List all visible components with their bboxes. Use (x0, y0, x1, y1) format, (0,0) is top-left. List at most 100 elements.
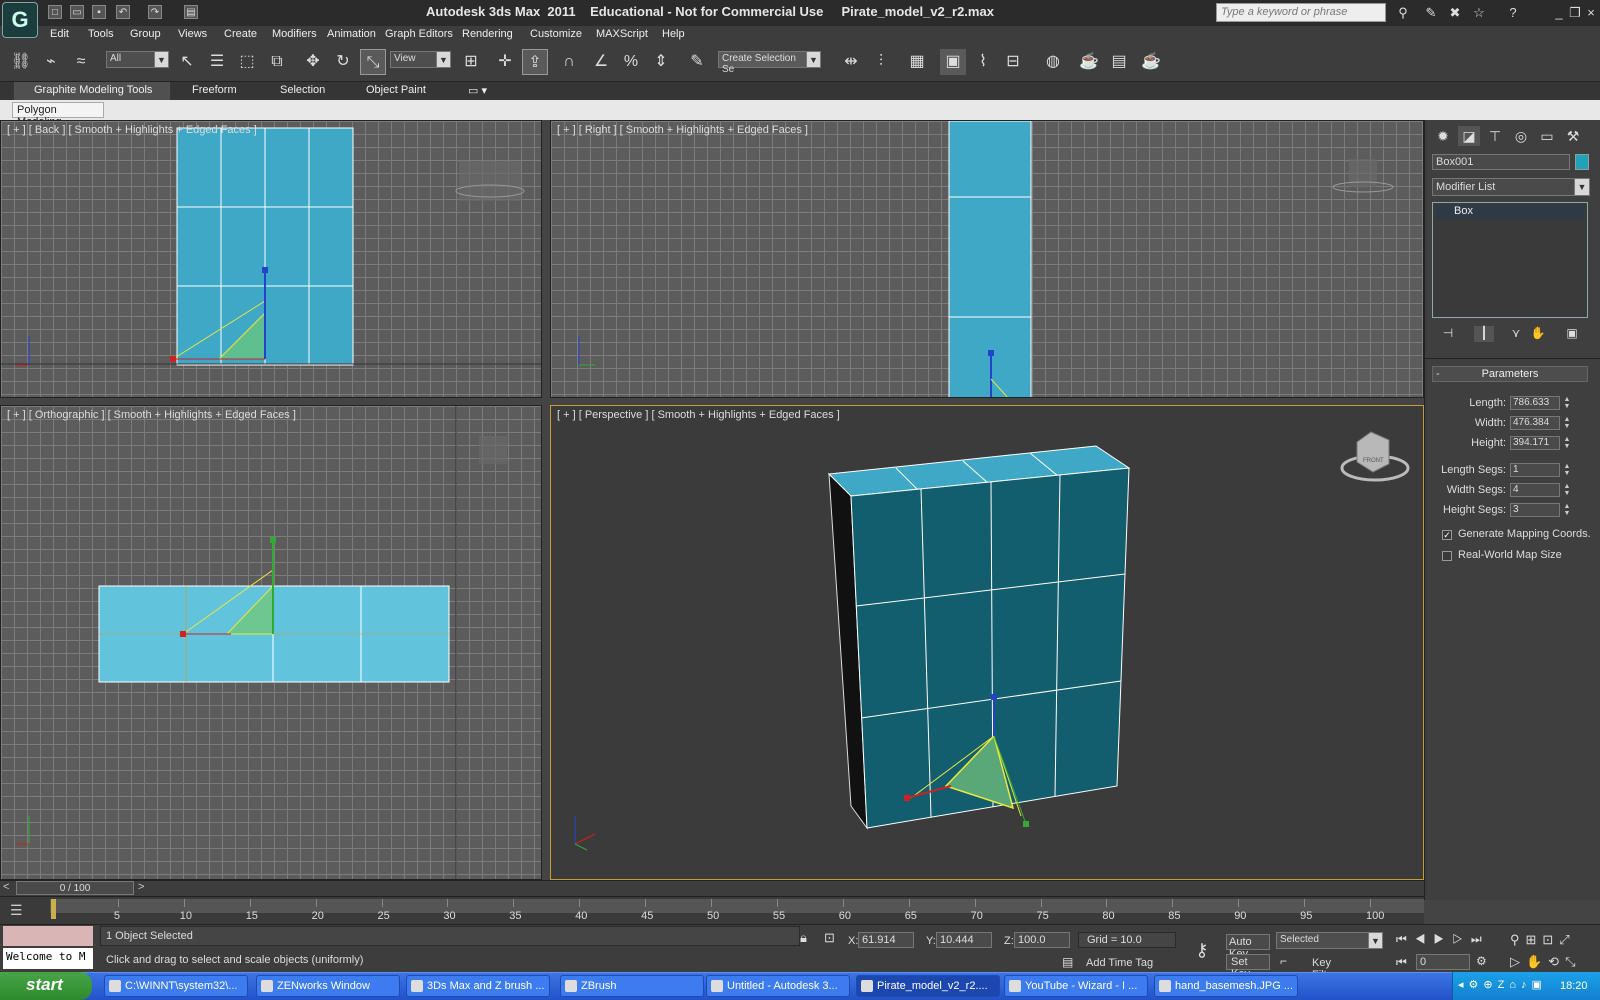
start-button[interactable]: start (0, 972, 92, 1000)
mini-curve-editor-icon[interactable]: ☰ (10, 902, 23, 919)
render-production-icon[interactable]: ☕ (1138, 49, 1164, 75)
chevron-down-icon[interactable]: ▼ (436, 51, 451, 68)
hierarchy-tab-icon[interactable]: ⊤ (1484, 126, 1506, 146)
menu-graph-editors[interactable]: Graph Editors (385, 28, 453, 40)
generate-mapping-checkbox[interactable]: ✓ (1442, 530, 1452, 540)
menu-create[interactable]: Create (224, 28, 257, 40)
menu-help[interactable]: Help (662, 28, 685, 40)
favorites-star-icon[interactable]: ☆ (1470, 4, 1488, 22)
application-logo-button[interactable]: G (2, 2, 38, 38)
viewport-perspective[interactable]: [ + ] [ Perspective ] [ Smooth + Highlig… (550, 405, 1424, 880)
motion-tab-icon[interactable]: ◎ (1510, 126, 1532, 146)
viewport-label-right[interactable]: [ + ] [ Right ] [ Smooth + Highlights + … (557, 124, 808, 136)
angle-snap-icon[interactable]: ∠ (588, 49, 614, 75)
rect-selection-icon[interactable]: ⬚ (234, 49, 260, 75)
help-icon[interactable]: ? (1504, 4, 1522, 22)
menu-customize[interactable]: Customize (530, 28, 582, 40)
render-setup-icon[interactable]: ☕ (1076, 49, 1102, 75)
rotate-icon[interactable]: ↻ (330, 49, 356, 75)
length-segs-spinner[interactable]: ▲ ▼ (1562, 463, 1572, 477)
ribbon-options-icon[interactable]: ▭ ▾ (468, 84, 487, 97)
viewport-label-perspective[interactable]: [ + ] [ Perspective ] [ Smooth + Highlig… (557, 409, 840, 421)
taskbar-item[interactable]: C:\WINNT\system32\... (104, 975, 248, 997)
object-color-swatch[interactable] (1575, 154, 1589, 170)
width-spinner[interactable]: ▲ ▼ (1562, 416, 1572, 430)
menu-edit[interactable]: Edit (50, 28, 69, 40)
taskbar-item[interactable]: 3Ds Max and Z brush ... (406, 975, 550, 997)
current-frame-field[interactable]: 0 (1416, 954, 1470, 970)
tab-graphite-modeling-tools[interactable]: Graphite Modeling Tools (34, 84, 152, 96)
display-tab-icon[interactable]: ▭ (1536, 126, 1558, 146)
real-world-map-checkbox[interactable] (1442, 551, 1452, 561)
align-icon[interactable]: ⫶ (868, 49, 894, 75)
menu-maxscript[interactable]: MAXScript (596, 28, 648, 40)
undo-icon[interactable]: ↶ (116, 5, 130, 19)
menu-rendering[interactable]: Rendering (462, 28, 513, 40)
add-time-tag-button[interactable]: Add Time Tag (1086, 957, 1153, 969)
object-name-field[interactable]: Box001 (1432, 154, 1570, 170)
key-selection-set-dropdown[interactable]: Selected (1276, 932, 1370, 949)
viewport-navigation-bottom[interactable]: ▷✋⟲⤡ (1510, 954, 1581, 970)
select-object-icon[interactable]: ↖ (174, 49, 200, 75)
show-end-result-icon[interactable]: ┃ (1474, 326, 1494, 342)
rendered-frame-icon[interactable]: ▤ (1106, 49, 1132, 75)
reference-coord-dropdown[interactable]: View (390, 51, 438, 68)
menu-views[interactable]: Views (178, 28, 207, 40)
viewport-navigation-top[interactable]: ⚲⊞⊡⤢ (1510, 932, 1576, 948)
maxscript-listener-mini[interactable] (3, 926, 93, 946)
percent-snap-icon[interactable]: % (618, 49, 644, 75)
schematic-view-icon[interactable]: ⊟ (1000, 49, 1026, 75)
select-by-name-icon[interactable]: ☰ (204, 49, 230, 75)
menu-animation[interactable]: Animation (327, 28, 376, 40)
viewcube-front-label[interactable]: FRONT (1363, 458, 1384, 464)
x-coord-field[interactable]: 61.914 (858, 932, 914, 948)
height-segs-field[interactable]: 3 (1510, 503, 1560, 517)
z-coord-field[interactable]: 100.0 (1014, 932, 1070, 948)
maxscript-welcome-field[interactable]: Welcome to M (3, 948, 93, 969)
time-slider-next-icon[interactable]: > (138, 881, 144, 893)
edit-named-selection-icon[interactable]: ✎ (684, 49, 710, 75)
taskbar-item[interactable]: hand_basemesh.JPG ... (1154, 975, 1298, 997)
make-unique-icon[interactable]: ⋎ (1506, 326, 1526, 342)
taskbar-item[interactable]: Untitled - Autodesk 3... (706, 975, 850, 997)
y-coord-field[interactable]: 10.444 (936, 932, 992, 948)
menu-tools[interactable]: Tools (88, 28, 114, 40)
taskbar-item[interactable]: ZBrush (560, 975, 704, 997)
playback-controls[interactable]: ⏮◀▶▷⏭ (1396, 932, 1490, 947)
viewport-label-orthographic[interactable]: [ + ] [ Orthographic ] [ Smooth + Highli… (7, 409, 296, 421)
chevron-down-icon[interactable]: ▼ (806, 51, 821, 68)
configure-modifier-sets-icon[interactable]: ▣ (1562, 326, 1582, 342)
key-filters-button[interactable]: Key Filters... (1306, 956, 1376, 981)
time-slider-prev-icon[interactable]: < (3, 881, 9, 893)
link-icon[interactable]: ⛓ (8, 49, 34, 75)
key-mode-toggle-icon[interactable]: ⏮ (1396, 955, 1407, 970)
tab-freeform[interactable]: Freeform (192, 84, 237, 96)
taskbar-item[interactable]: ZENworks Window (256, 975, 400, 997)
time-slider[interactable] (0, 880, 1424, 896)
lock-selection-icon[interactable]: 🔒︎ (800, 930, 807, 946)
subscription-icon[interactable]: ✖ (1446, 4, 1464, 22)
length-field[interactable]: 786.633 (1510, 396, 1560, 410)
pivot-center-icon[interactable]: ⊞ (458, 49, 484, 75)
material-editor-icon[interactable]: ◍ (1040, 49, 1066, 75)
chevron-down-icon[interactable]: ▼ (1574, 178, 1590, 196)
redo-icon[interactable]: ↷ (148, 5, 162, 19)
viewport-label-back[interactable]: [ + ] [ Back ] [ Smooth + Highlights + E… (7, 124, 257, 136)
named-selection-set-dropdown[interactable]: Create Selection Se (718, 51, 808, 75)
remove-modifier-icon[interactable]: ✋ (1528, 326, 1548, 342)
chevron-down-icon[interactable]: ▼ (1368, 932, 1383, 949)
move-icon[interactable]: ✥ (300, 49, 326, 75)
tools-icon[interactable]: ✎ (1422, 4, 1440, 22)
default-in-out-tangents-icon[interactable]: ⌐ (1280, 954, 1287, 968)
set-key-button[interactable]: Set Key (1226, 954, 1270, 980)
height-segs-spinner[interactable]: ▲ ▼ (1562, 503, 1572, 517)
snaps-toggle-icon[interactable]: ∩ (556, 49, 582, 75)
rollout-collapse-icon[interactable]: - (1436, 368, 1440, 380)
taskbar-item[interactable]: Pirate_model_v2_r2.... (856, 975, 1000, 997)
curve-editor-icon[interactable]: ⌇ (970, 49, 996, 75)
absolute-offset-mode-icon[interactable]: ⊡ (824, 930, 835, 946)
taskbar-item[interactable]: YouTube - Wizard - I ... (1004, 975, 1148, 997)
project-folder-icon[interactable]: ▤ (184, 5, 198, 19)
spinner-snap-icon[interactable]: ⇕ (648, 49, 674, 75)
select-manipulate-icon[interactable]: ✛ (492, 49, 518, 75)
